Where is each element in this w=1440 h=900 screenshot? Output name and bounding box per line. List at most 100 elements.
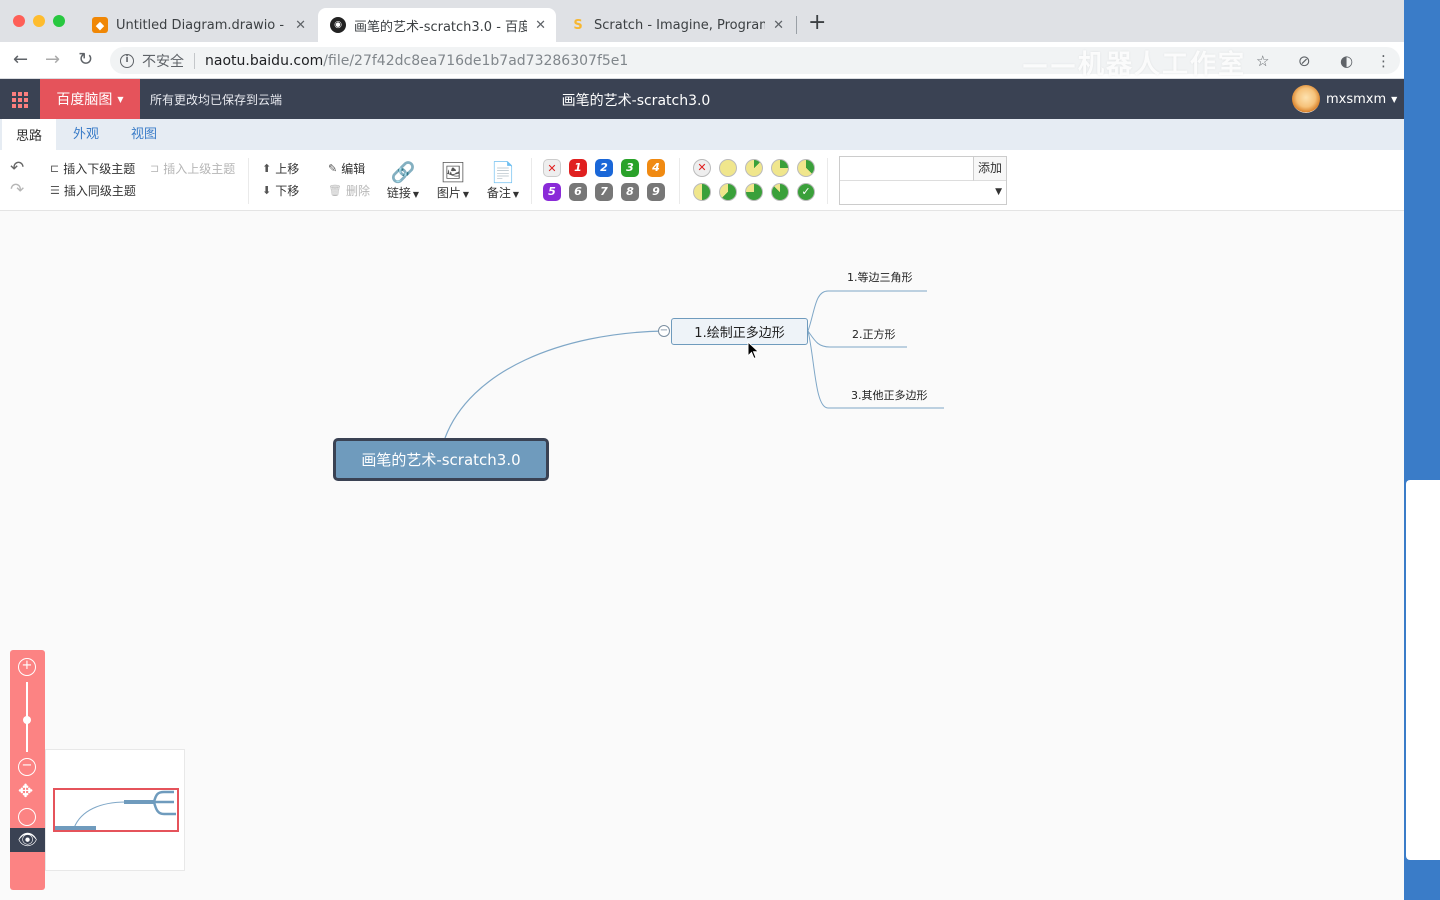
info-icon[interactable]: i — [120, 53, 134, 68]
toolbar: ↶ ↷ ⊏ 插入下级主题 ⊐ 插入上级主题 ☰ 插入同级主题 ⬆ 上移 ⬇ 下移… — [0, 150, 1404, 211]
progress-3-4-icon[interactable] — [745, 183, 763, 201]
move-icon[interactable]: ✥ — [18, 783, 33, 801]
resource-input[interactable] — [840, 157, 974, 181]
priority-1-icon[interactable]: 1 — [569, 159, 587, 177]
back-arrow-icon[interactable]: ← — [13, 50, 28, 70]
background-window-panel — [1406, 480, 1440, 860]
edit-label: 编辑 — [341, 162, 366, 176]
close-tab-icon[interactable]: ✕ — [295, 18, 306, 33]
address-bar-row: ← → ↻ i 不安全 naotu.baidu.com /file/27f42d… — [0, 42, 1404, 80]
user-menu[interactable]: mxsmxm ▼ — [1292, 85, 1397, 113]
priority-3-icon[interactable]: 3 — [621, 159, 639, 177]
resource-tag-editor: 添加 ▼ — [839, 156, 1007, 205]
extension-icon-2[interactable]: ◐ — [1340, 52, 1353, 70]
eye-icon[interactable]: 👁 — [10, 828, 45, 852]
minimize-window-button[interactable] — [33, 15, 45, 27]
priority-7-icon[interactable]: 7 — [595, 183, 613, 201]
extension-icon[interactable]: ⊘ — [1298, 52, 1311, 70]
navigator-viewport[interactable] — [53, 788, 179, 832]
caret-down-icon[interactable]: ▼ — [995, 187, 1002, 197]
tab-appearance[interactable]: 外观 — [59, 119, 113, 150]
insert-sibling-button[interactable]: ☰ 插入同级主题 — [50, 182, 136, 199]
note-button[interactable]: 📄 备注 ▼ — [483, 160, 523, 201]
close-tab-icon[interactable]: ✕ — [535, 18, 546, 33]
progress-5-8-icon[interactable] — [719, 183, 737, 201]
redo-icon[interactable]: ↷ — [10, 180, 24, 200]
progress-remove-icon[interactable]: ✕ — [693, 159, 711, 177]
ribbon-tabs: 思路 外观 视图 — [0, 119, 1404, 150]
progress-7-8-icon[interactable] — [771, 183, 789, 201]
zoom-out-icon[interactable]: − — [18, 758, 36, 776]
url-host: naotu.baidu.com — [205, 52, 324, 69]
close-window-button[interactable] — [13, 15, 25, 27]
progress-done-icon[interactable]: ✓ — [797, 183, 815, 201]
tab-ideas[interactable]: 思路 — [2, 119, 57, 150]
navigator-thumbnail[interactable] — [45, 749, 185, 871]
progress-1-4-icon[interactable] — [771, 159, 789, 177]
main-topic[interactable]: 1.绘制正多边形 — [671, 318, 808, 345]
edit-button[interactable]: ✎ 编辑 — [328, 160, 365, 177]
browser-tab-drawio[interactable]: ◆ Untitled Diagram.drawio - drav ✕ — [80, 8, 316, 42]
subtopic-3[interactable]: 3.其他正多边形 — [851, 387, 928, 403]
new-tab-button[interactable]: + — [808, 12, 826, 34]
insert-parent-button[interactable]: ⊐ 插入上级主题 — [150, 160, 235, 177]
locate-root-icon[interactable] — [18, 808, 36, 826]
browser-tab-naotu[interactable]: ◉ 画笔的艺术-scratch3.0 - 百度脑 ✕ — [318, 8, 556, 42]
insert-child-button[interactable]: ⊏ 插入下级主题 — [50, 160, 135, 177]
brand-menu-button[interactable]: 百度脑图 ▼ — [40, 79, 140, 119]
note-icon: 📄 — [490, 160, 516, 184]
add-resource-button[interactable]: 添加 — [974, 157, 1006, 181]
progress-3-8-icon[interactable] — [797, 159, 815, 177]
brand-label: 百度脑图 — [56, 92, 113, 108]
drawio-icon: ◆ — [92, 17, 108, 33]
reload-icon[interactable]: ↻ — [78, 50, 93, 70]
document-title[interactable]: 画笔的艺术-scratch3.0 — [436, 90, 836, 110]
priority-remove-icon[interactable]: ✕ — [543, 159, 561, 177]
note-label: 备注 — [486, 186, 511, 200]
image-button[interactable]: 🖼 图片 ▼ — [433, 160, 473, 201]
more-menu-icon[interactable]: ⋮ — [1376, 52, 1391, 70]
move-down-button[interactable]: ⬇ 下移 — [262, 182, 299, 199]
pencil-icon: ✎ — [328, 162, 338, 175]
delete-button[interactable]: 🗑 删除 — [328, 182, 370, 199]
divider — [248, 158, 249, 204]
priority-2-icon[interactable]: 2 — [595, 159, 613, 177]
progress-1-2-icon[interactable] — [693, 183, 711, 201]
priority-5-icon[interactable]: 5 — [543, 183, 561, 201]
mindmap-canvas[interactable]: 画笔的艺术-scratch3.0 − 1.绘制正多边形 1.等边三角形 2.正方… — [0, 211, 1404, 900]
bookmark-star-icon[interactable]: ☆ — [1256, 52, 1269, 70]
undo-icon[interactable]: ↶ — [10, 158, 24, 178]
divider — [827, 158, 828, 204]
insert-child-label: 插入下级主题 — [63, 162, 136, 176]
link-button[interactable]: 🔗 链接 ▼ — [383, 160, 423, 201]
maximize-window-button[interactable] — [53, 15, 65, 27]
priority-6-icon[interactable]: 6 — [569, 183, 587, 201]
zoom-slider-handle[interactable] — [23, 716, 31, 724]
image-icon: 🖼 — [440, 160, 466, 184]
tab-view[interactable]: 视图 — [117, 119, 171, 150]
priority-8-icon[interactable]: 8 — [621, 183, 639, 201]
subtopic-2[interactable]: 2.正方形 — [852, 326, 896, 342]
tab-strip: ◆ Untitled Diagram.drawio - drav ✕ ◉ 画笔的… — [0, 0, 1404, 42]
close-tab-icon[interactable]: ✕ — [773, 18, 784, 33]
url-path: /file/27f42dc8ea716de1b7ad73286307f5e1 — [323, 52, 629, 69]
apps-grid-icon[interactable] — [0, 79, 40, 119]
zoom-in-icon[interactable]: + — [18, 658, 36, 676]
mouse-cursor-icon — [747, 341, 760, 360]
progress-1-8-icon[interactable] — [745, 159, 763, 177]
subtopic-1[interactable]: 1.等边三角形 — [847, 269, 913, 285]
root-topic[interactable]: 画笔的艺术-scratch3.0 — [333, 438, 549, 481]
arrow-down-icon: ⬇ — [262, 184, 272, 197]
priority-4-icon[interactable]: 4 — [647, 159, 665, 177]
insert-parent-icon: ⊐ — [150, 162, 160, 175]
divider — [679, 158, 680, 204]
baidu-naotu-icon: ◉ — [330, 17, 346, 33]
browser-tab-scratch[interactable]: S Scratch - Imagine, Program, Sl ✕ — [558, 8, 794, 42]
app-header: 百度脑图 ▼ 所有更改均已保存到云端 画笔的艺术-scratch3.0 mxsm… — [0, 79, 1404, 119]
priority-9-icon[interactable]: 9 — [647, 183, 665, 201]
move-up-button[interactable]: ⬆ 上移 — [262, 160, 299, 177]
browser-window: ◆ Untitled Diagram.drawio - drav ✕ ◉ 画笔的… — [0, 0, 1404, 900]
collapse-toggle-icon[interactable]: − — [658, 325, 670, 337]
progress-0-icon[interactable] — [719, 159, 737, 177]
forward-arrow-icon[interactable]: → — [45, 50, 60, 70]
